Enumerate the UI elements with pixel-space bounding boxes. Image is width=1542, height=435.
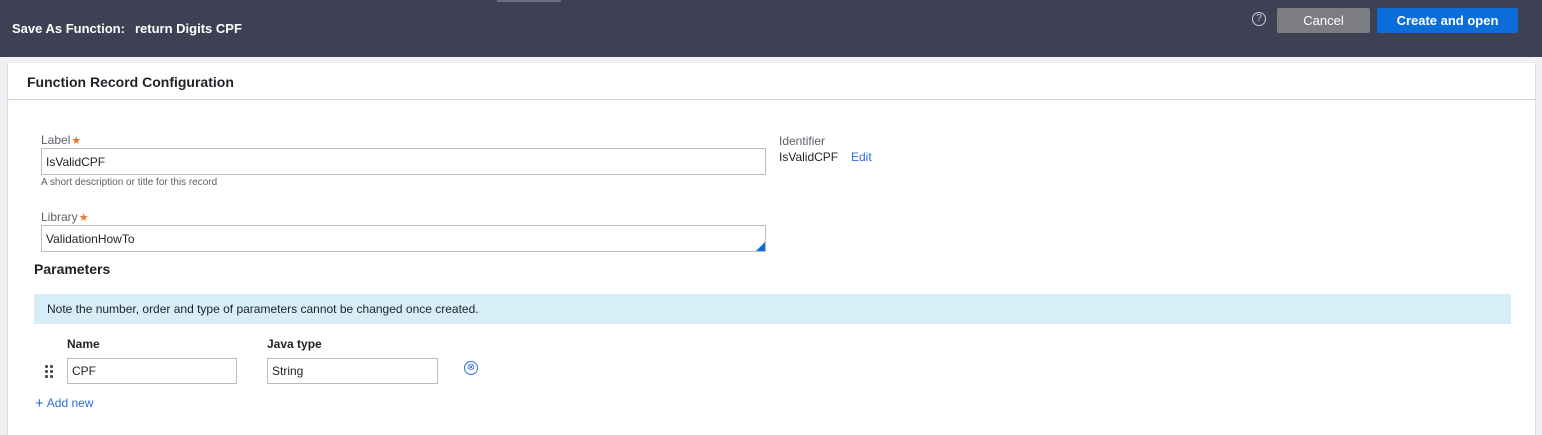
cancel-button[interactable]: Cancel bbox=[1277, 8, 1370, 33]
help-icon[interactable]: ? bbox=[1252, 12, 1266, 26]
parameter-name-input[interactable] bbox=[67, 358, 237, 384]
column-header-name: Name bbox=[67, 337, 100, 351]
tab-indicator bbox=[497, 0, 561, 2]
library-input[interactable] bbox=[41, 225, 766, 252]
label-field-label: Label★ bbox=[41, 133, 81, 147]
function-record-panel: Function Record Configuration Label★ A s… bbox=[7, 63, 1536, 435]
header-bar: Save As Function: return Digits CPF ? Ca… bbox=[0, 0, 1542, 57]
library-field-label-text: Library bbox=[41, 210, 78, 224]
required-star-icon: ★ bbox=[71, 135, 82, 147]
parameters-info-banner: Note the number, order and type of param… bbox=[34, 294, 1511, 324]
parameters-title: Parameters bbox=[34, 261, 111, 277]
label-help-text: A short description or title for this re… bbox=[41, 177, 218, 188]
header-title-value: return Digits CPF bbox=[135, 21, 242, 36]
label-input[interactable] bbox=[41, 148, 766, 175]
add-new-parameter-link[interactable]: + Add new bbox=[35, 395, 93, 412]
label-field-label-text: Label bbox=[41, 133, 71, 147]
library-field-label: Library★ bbox=[41, 210, 89, 224]
edit-identifier-link[interactable]: Edit bbox=[851, 150, 872, 164]
identifier-value: IsValidCPF bbox=[779, 150, 839, 164]
autocomplete-corner-icon bbox=[756, 242, 765, 251]
panel-divider bbox=[8, 99, 1536, 100]
remove-parameter-icon[interactable]: ⊗ bbox=[464, 361, 478, 375]
create-and-open-button[interactable]: Create and open bbox=[1377, 8, 1518, 33]
plus-icon: + bbox=[35, 395, 44, 412]
drag-handle-icon[interactable] bbox=[45, 365, 55, 378]
column-header-java-type: Java type bbox=[267, 337, 322, 351]
header-title-label: Save As Function: bbox=[12, 21, 125, 36]
identifier-label: Identifier bbox=[779, 134, 826, 148]
required-star-icon: ★ bbox=[78, 212, 89, 224]
parameter-java-type-input[interactable] bbox=[267, 358, 438, 384]
add-new-label: Add new bbox=[46, 396, 94, 410]
panel-title: Function Record Configuration bbox=[27, 74, 234, 90]
